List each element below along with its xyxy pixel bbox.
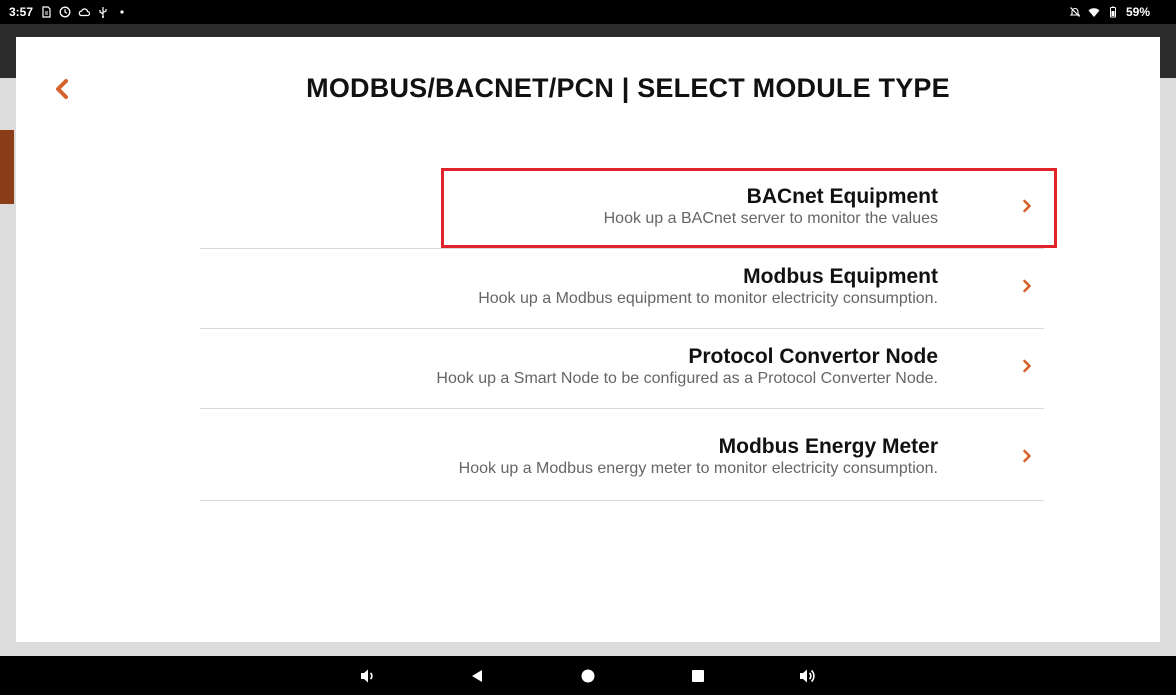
chevron-right-icon — [1020, 197, 1034, 215]
select-module-dialog: MODBUS/BACNET/PCN | SELECT MODULE TYPE B… — [16, 37, 1160, 642]
volume-down-icon — [359, 668, 377, 684]
option-modbus-energy-meter[interactable]: Modbus Energy Meter Hook up a Modbus ene… — [200, 409, 1044, 501]
status-right: 59% — [1069, 0, 1150, 24]
status-left: 3:57 — [9, 0, 128, 24]
option-bacnet-equipment[interactable]: BACnet Equipment Hook up a BACnet server… — [200, 169, 1044, 249]
status-bar: 3:57 59% — [0, 0, 1176, 24]
option-title: BACnet Equipment — [746, 185, 938, 208]
recents-nav-button[interactable] — [688, 666, 708, 686]
home-circle-icon — [580, 668, 596, 684]
option-subtitle: Hook up a Modbus energy meter to monitor… — [458, 460, 938, 477]
volume-up-button[interactable] — [798, 666, 818, 686]
home-nav-button[interactable] — [578, 666, 598, 686]
dot-icon — [116, 6, 128, 18]
background-accent — [0, 130, 14, 204]
option-text: Modbus Equipment Hook up a Modbus equipm… — [478, 265, 938, 309]
option-title: Modbus Energy Meter — [718, 435, 938, 458]
dialog-title: MODBUS/BACNET/PCN | SELECT MODULE TYPE — [306, 73, 950, 103]
mute-icon — [1069, 6, 1081, 18]
battery-percent: 59% — [1125, 5, 1150, 19]
status-time: 3:57 — [9, 5, 34, 19]
chevron-right-icon — [1020, 357, 1034, 375]
option-title: Protocol Convertor Node — [688, 345, 938, 368]
option-protocol-convertor-node[interactable]: Protocol Convertor Node Hook up a Smart … — [200, 329, 1044, 409]
option-text: Modbus Energy Meter Hook up a Modbus ene… — [459, 435, 938, 479]
volume-down-button[interactable] — [358, 666, 378, 686]
option-text: Protocol Convertor Node Hook up a Smart … — [436, 345, 938, 389]
sim-icon — [40, 6, 52, 18]
option-subtitle: Hook up a Smart Node to be configured as… — [436, 370, 938, 387]
clock-icon — [59, 6, 71, 18]
recents-square-icon — [690, 668, 706, 684]
option-text: BACnet Equipment Hook up a BACnet server… — [604, 185, 938, 229]
chevron-right-icon — [1020, 277, 1034, 295]
cloud-icon — [78, 6, 91, 18]
chevron-right-icon — [1020, 447, 1034, 465]
option-title: Modbus Equipment — [743, 265, 938, 288]
back-nav-button[interactable] — [467, 666, 487, 686]
battery-icon — [1107, 6, 1119, 18]
volume-up-icon — [798, 668, 818, 684]
option-modbus-equipment[interactable]: Modbus Equipment Hook up a Modbus equipm… — [200, 249, 1044, 329]
usb-icon — [97, 6, 109, 18]
back-triangle-icon — [469, 668, 485, 684]
option-subtitle: Hook up a Modbus equipment to monitor el… — [478, 290, 938, 307]
navigation-bar — [0, 656, 1176, 695]
option-subtitle: Hook up a BACnet server to monitor the v… — [603, 210, 938, 227]
wifi-icon — [1088, 6, 1100, 18]
module-type-list: BACnet Equipment Hook up a BACnet server… — [200, 169, 1044, 501]
